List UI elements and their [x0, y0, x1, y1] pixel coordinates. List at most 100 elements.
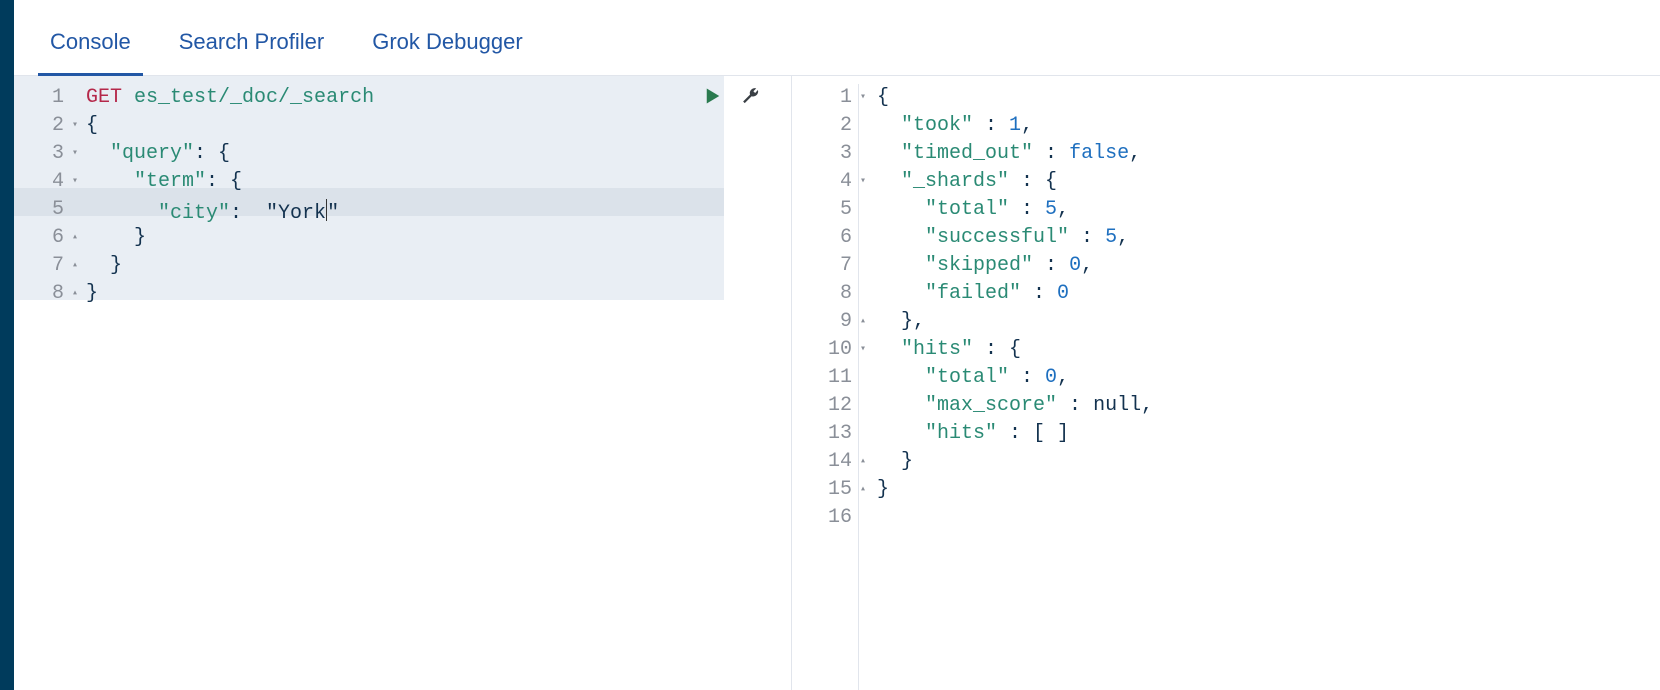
token-punct: :	[1057, 394, 1093, 417]
token-punct: {	[86, 114, 98, 137]
token-punct: }	[86, 282, 98, 305]
response-line-number: 10▾	[800, 336, 856, 364]
token-string: "York	[266, 202, 326, 225]
request-editor[interactable]: 12▾3▾4▾56▴7▴8▴ GET es_test/_doc/_search{…	[22, 84, 791, 690]
wrench-icon[interactable]	[741, 86, 761, 106]
token-indent	[877, 338, 901, 361]
response-code-line: "hits" : {	[877, 336, 1660, 364]
request-code-line[interactable]: "city": "York"	[86, 196, 791, 224]
request-code-line[interactable]: }	[86, 280, 791, 308]
response-viewer-pane: 1▾234▾56789▴10▾11121314▴15▴16 { "took" :…	[792, 76, 1660, 690]
token-key: "total"	[925, 366, 1009, 389]
token-indent	[86, 170, 134, 193]
response-line-number: 1▾	[800, 84, 856, 112]
request-code-line[interactable]: }	[86, 224, 791, 252]
token-indent	[877, 142, 901, 165]
token-punct: :	[1033, 142, 1069, 165]
response-code-line: "total" : 5,	[877, 196, 1660, 224]
response-code-line: "total" : 0,	[877, 364, 1660, 392]
token-key: "_shards"	[901, 170, 1009, 193]
request-line-number: 5	[22, 196, 68, 224]
token-key: "hits"	[925, 422, 997, 445]
token-punct: : [ ]	[997, 422, 1069, 445]
token-punct: {	[877, 86, 889, 109]
token-punct: }	[110, 254, 122, 277]
response-code-line: "_shards" : {	[877, 168, 1660, 196]
token-indent	[877, 226, 925, 249]
token-indent	[86, 254, 110, 277]
token-key: "max_score"	[925, 394, 1057, 417]
token-indent	[877, 170, 901, 193]
request-code-line[interactable]: {	[86, 112, 791, 140]
token-punct: ,	[1021, 114, 1033, 137]
token-number: 5	[1045, 198, 1057, 221]
token-indent	[86, 142, 110, 165]
tab-console[interactable]: Console	[38, 11, 143, 75]
request-code-line[interactable]: "term": {	[86, 168, 791, 196]
request-line-number: 2▾	[22, 112, 68, 140]
token-key: "term"	[134, 170, 206, 193]
request-code-line[interactable]: GET es_test/_doc/_search	[86, 84, 791, 112]
response-line-number: 11	[800, 364, 856, 392]
tab-search-profiler[interactable]: Search Profiler	[167, 11, 337, 75]
response-code-line: "hits" : [ ]	[877, 420, 1660, 448]
response-line-number: 9▴	[800, 308, 856, 336]
response-code-line: "max_score" : null,	[877, 392, 1660, 420]
response-viewer: 1▾234▾56789▴10▾11121314▴15▴16 { "took" :…	[800, 84, 1660, 690]
token-punct: :	[1033, 254, 1069, 277]
token-string: "	[327, 202, 339, 225]
token-indent	[877, 310, 901, 333]
response-line-number: 2	[800, 112, 856, 140]
token-number: 0	[1069, 254, 1081, 277]
token-indent	[877, 450, 901, 473]
response-code-line: "skipped" : 0,	[877, 252, 1660, 280]
response-code-line: },	[877, 308, 1660, 336]
tab-grok-debugger[interactable]: Grok Debugger	[360, 11, 534, 75]
app-left-stripe	[0, 0, 14, 690]
request-code[interactable]: GET es_test/_doc/_search{ "query": { "te…	[68, 84, 791, 690]
request-line-number: 6▴	[22, 224, 68, 252]
response-line-number: 16	[800, 504, 856, 532]
response-code-line: "timed_out" : false,	[877, 140, 1660, 168]
token-space	[122, 86, 134, 109]
token-punct: ,	[1117, 226, 1129, 249]
response-line-number: 13	[800, 420, 856, 448]
request-line-number: 7▴	[22, 252, 68, 280]
tab-bar: Console Search Profiler Grok Debugger	[14, 0, 1660, 76]
response-code: { "took" : 1, "timed_out" : false, "_sha…	[858, 84, 1660, 690]
token-null: null	[1093, 394, 1141, 417]
response-code-line: "failed" : 0	[877, 280, 1660, 308]
token-path: es_test/_doc/_search	[134, 86, 374, 109]
response-code-line: "successful" : 5,	[877, 224, 1660, 252]
token-punct: :	[1069, 226, 1105, 249]
response-line-number: 15▴	[800, 476, 856, 504]
token-punct: }	[877, 478, 889, 501]
token-key: "city"	[158, 202, 230, 225]
token-key: "skipped"	[925, 254, 1033, 277]
token-punct: ,	[1057, 198, 1069, 221]
token-key: "failed"	[925, 282, 1021, 305]
token-punct: ,	[1141, 394, 1153, 417]
token-punct: :	[1009, 366, 1045, 389]
token-indent	[877, 422, 925, 445]
request-line-number: 3▾	[22, 140, 68, 168]
token-key: "successful"	[925, 226, 1069, 249]
token-punct: : {	[973, 338, 1021, 361]
token-punct: ,	[1081, 254, 1093, 277]
request-gutter: 12▾3▾4▾56▴7▴8▴	[22, 84, 68, 690]
play-icon[interactable]	[703, 86, 723, 106]
token-punct: :	[1009, 198, 1045, 221]
request-editor-pane: 12▾3▾4▾56▴7▴8▴ GET es_test/_doc/_search{…	[14, 76, 792, 690]
response-code-line	[877, 504, 1660, 532]
token-punct: : {	[206, 170, 242, 193]
token-indent	[86, 202, 158, 225]
token-indent	[877, 254, 925, 277]
token-indent	[877, 198, 925, 221]
response-line-number: 3	[800, 140, 856, 168]
token-bool: false	[1069, 142, 1129, 165]
token-key: "query"	[110, 142, 194, 165]
request-code-line[interactable]: "query": {	[86, 140, 791, 168]
request-code-line[interactable]: }	[86, 252, 791, 280]
token-punct: :	[973, 114, 1009, 137]
response-code-line: }	[877, 448, 1660, 476]
